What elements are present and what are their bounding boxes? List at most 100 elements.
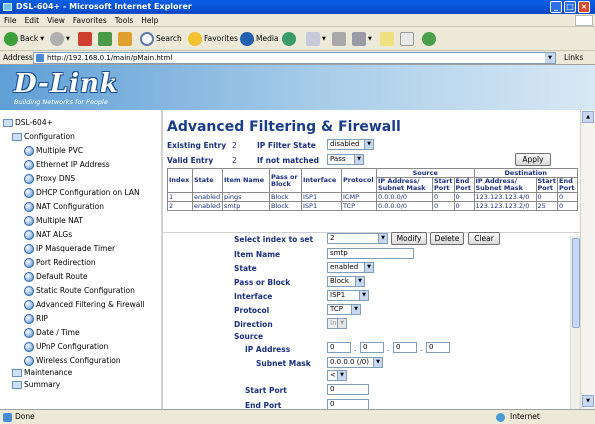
maximize-button[interactable]: □ [564,1,576,13]
menu-favorites[interactable]: Favorites [69,14,111,27]
menu-help[interactable]: Help [137,14,162,27]
ip-octet-4-input[interactable]: 0 [426,342,450,353]
refresh-icon [98,32,112,46]
end-port-input[interactable]: 0 [327,399,369,409]
tree-multiple-pvc[interactable]: Multiple PVC [24,144,83,157]
star-icon [188,32,202,46]
select-index-select[interactable]: 2 ▼ [327,233,388,244]
ip-octet-3-input[interactable]: 0 [393,342,417,353]
window-scrollbar[interactable]: ▲ ▼ [580,110,595,409]
scroll-down-icon[interactable]: ▼ [582,395,594,407]
source-label: Source [234,332,264,341]
print-button[interactable] [332,30,346,48]
edit-button[interactable]: ▼ [352,30,372,48]
tree-date-time[interactable]: Date / Time [24,326,80,339]
tree-default-route[interactable]: Default Route [24,270,88,283]
page-globe-icon [24,299,34,310]
menu-tools[interactable]: Tools [111,14,137,27]
media-button[interactable]: Media [240,30,279,48]
tree-upnp[interactable]: UPnP Configuration [24,340,108,353]
tree-rip[interactable]: RIP [24,312,48,325]
windows-flag-icon [575,15,593,26]
page-globe-icon [24,173,34,184]
tree-configuration[interactable]: Configuration [12,130,75,143]
subnet-prefix-select[interactable]: < ▼ [327,370,347,381]
protocol-select[interactable]: TCP ▼ [327,304,361,315]
scroll-up-icon[interactable]: ▲ [582,111,594,123]
history-icon [282,32,296,46]
tree-advanced-filtering[interactable]: Advanced Filtering & Firewall [24,298,145,311]
discuss-icon [380,32,394,46]
subnet-mask-select[interactable]: 0.0.0.0 (/0) ▼ [327,357,383,368]
delete-button[interactable]: Delete [430,232,464,245]
ip-filter-state-select[interactable]: disabled ▼ [327,139,374,150]
ip-octet-1-input[interactable]: 0 [327,342,351,353]
research-icon [400,32,414,46]
tree-port-redirection[interactable]: Port Redirection [24,256,96,269]
scrollbar-thumb[interactable] [572,238,580,328]
search-button[interactable]: Search [140,30,182,48]
home-icon [118,32,132,46]
table-cell: 0 [535,192,558,202]
page-title: Advanced Filtering & Firewall [167,119,401,135]
table-cell: Block [269,201,302,211]
folder-open-icon [12,132,22,141]
close-button[interactable]: × [578,1,590,13]
forward-button[interactable]: ▼ [50,30,70,48]
table-cell: 0 [557,201,578,211]
page-globe-icon [24,257,34,268]
tree-summary[interactable]: Summary [12,378,60,391]
col-protocol: Protocol [341,168,377,193]
tree-root-dsl604[interactable]: DSL-604+ [3,116,53,129]
links-label[interactable]: Links [564,53,583,62]
favorites-button[interactable]: Favorites [188,30,238,48]
menu-view[interactable]: View [43,14,69,27]
home-button[interactable] [118,30,132,48]
table-cell: Block [269,192,302,202]
mail-button[interactable]: ▼ [306,30,326,48]
back-button[interactable]: Back ▼ [4,30,44,48]
form-frame-scrollbar[interactable] [570,236,580,409]
menu-edit[interactable]: Edit [21,14,44,27]
minimize-button[interactable]: _ [550,1,562,13]
history-button[interactable] [282,30,296,48]
pass-block-select[interactable]: Block ▼ [327,276,365,287]
address-dropdown-icon[interactable]: ▼ [545,53,555,63]
refresh-button[interactable] [98,30,112,48]
table-cell: 0 [432,192,455,202]
tree-nat-config[interactable]: NAT Configuration [24,200,104,213]
start-port-input[interactable]: 0 [327,384,369,395]
tree-static-route[interactable]: Static Route Configuration [24,284,135,297]
chevron-down-icon: ▼ [351,305,360,314]
menu-file[interactable]: File [0,14,21,27]
tree-ip-masquerade-timer[interactable]: IP Masquerade Timer [24,242,115,255]
address-input[interactable]: http://192.168.0.1/main/pMain.html ▼ [33,52,556,64]
page-icon [36,54,44,62]
stop-button[interactable] [78,30,92,48]
state-label: State [234,264,257,273]
messenger-button[interactable] [422,30,436,48]
if-not-matched-select[interactable]: Pass ▼ [327,154,364,165]
tree-nat-algs[interactable]: NAT ALGs [24,228,72,241]
page-globe-icon [24,201,34,212]
menu-bar: File Edit View Favorites Tools Help [0,14,595,27]
discuss-button[interactable] [380,30,394,48]
modify-button[interactable]: Modify [391,232,427,245]
tree-dhcp-config[interactable]: DHCP Configuration on LAN [24,186,140,199]
tree-proxy-dns[interactable]: Proxy DNS [24,172,75,185]
chevron-down-icon: ▼ [378,234,387,243]
interface-select[interactable]: ISP1 ▼ [327,290,369,301]
toolbar: Back ▼ ▼ Search Favorites Media ▼ ▼ [0,27,595,51]
tree-ethernet-ip[interactable]: Ethernet IP Address [24,158,110,171]
ip-dot: . [420,344,423,353]
research-button[interactable] [400,30,414,48]
apply-button[interactable]: Apply [515,153,551,166]
clear-button[interactable]: Clear [468,232,500,245]
item-name-input[interactable]: smtp [327,248,414,259]
ip-address-label: IP Address [245,345,291,354]
col-dst-start-port: Start Port [535,177,558,193]
dlink-logo: D-Link [14,69,119,99]
state-select[interactable]: enabled ▼ [327,262,374,273]
ip-octet-2-input[interactable]: 0 [360,342,384,353]
tree-multiple-nat[interactable]: Multiple NAT [24,214,83,227]
